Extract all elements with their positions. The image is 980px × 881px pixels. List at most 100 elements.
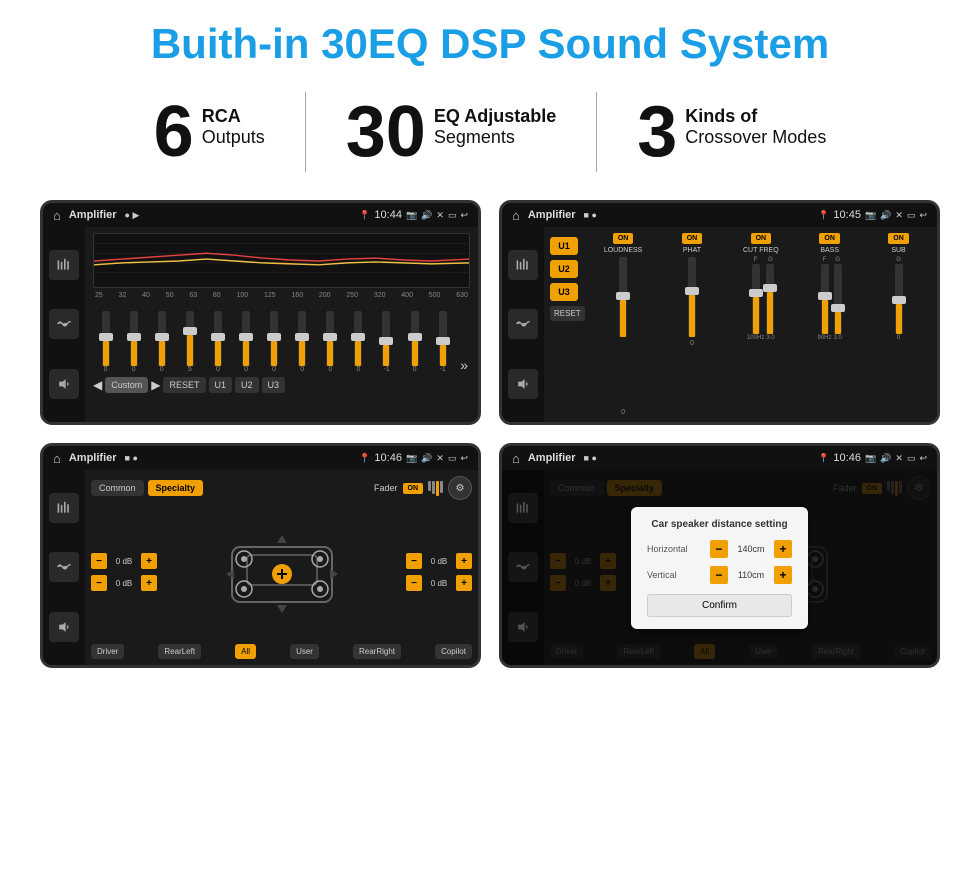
back-icon-4: ↩ [919, 453, 927, 464]
rect-icon-3: ▭ [448, 453, 457, 464]
cutfreq-toggle[interactable]: ON [751, 233, 772, 244]
eq-slider-3[interactable]: 0 [149, 311, 174, 373]
eq-slider-4[interactable]: 5 [177, 311, 202, 373]
eq-slider-5[interactable]: 0 [205, 311, 230, 373]
stat-line2-eq: Segments [434, 127, 556, 148]
eq-slider-7[interactable]: 0 [262, 311, 287, 373]
back-icon-3: ↩ [460, 453, 468, 464]
fader-toggle-3[interactable]: ON [403, 483, 424, 494]
settings-dial[interactable]: ⚙ [448, 476, 472, 500]
all-btn-3[interactable]: All [235, 644, 256, 659]
eq-slider-9[interactable]: 0 [318, 311, 343, 373]
eq-slider-13[interactable]: -1 [430, 311, 455, 373]
horizontal-plus-btn[interactable]: + [774, 540, 792, 558]
eq-slider-6[interactable]: 0 [233, 311, 258, 373]
eq-prev-btn[interactable]: ◀ [93, 378, 102, 392]
dialog-horizontal-row: Horizontal − 140cm + [647, 540, 792, 558]
bass-toggle[interactable]: ON [819, 233, 840, 244]
eq-slider-8[interactable]: 0 [290, 311, 315, 373]
sub-toggle[interactable]: ON [888, 233, 909, 244]
crossover-screen-card: ⌂ Amplifier ■ ● 📍 10:45 📷 🔊 ✕ ▭ ↩ [499, 200, 940, 425]
common-tab-3[interactable]: Common [91, 480, 144, 496]
db-row-3: − 0 dB + [406, 553, 472, 569]
horizontal-minus-btn[interactable]: − [710, 540, 728, 558]
eq-screen-card: ⌂ Amplifier ● ▶ 📍 10:44 📷 🔊 ✕ ▭ ↩ [40, 200, 481, 425]
reset-btn-2[interactable]: RESET [550, 306, 585, 321]
sidebar-eq-btn-3[interactable] [49, 493, 79, 523]
eq-left-sidebar [43, 227, 85, 422]
app-title-3: Amplifier [69, 452, 117, 464]
driver-btn-3[interactable]: Driver [91, 644, 124, 659]
phat-channel: ON PHAT 0 [660, 233, 725, 416]
speaker-screen-body: Common Specialty Fader ON [43, 470, 478, 665]
car-diagram-area [163, 504, 400, 640]
copilot-btn-3[interactable]: Copilot [435, 644, 472, 659]
u1-btn-1[interactable]: U1 [209, 377, 233, 393]
db-minus-1[interactable]: − [91, 553, 107, 569]
sidebar-speaker-btn[interactable] [49, 369, 79, 399]
preset-u1[interactable]: U1 [550, 237, 578, 255]
eq-freq-labels: 25 32 40 50 63 80 100 125 160 200 250 32… [93, 292, 470, 299]
custom-btn[interactable]: Custom [105, 377, 148, 393]
db-plus-3[interactable]: + [456, 553, 472, 569]
u2-btn-1[interactable]: U2 [235, 377, 259, 393]
eq-slider-1[interactable]: 0 [93, 311, 118, 373]
db-minus-3[interactable]: − [406, 553, 422, 569]
sub-channel: ON SUB G 0 [866, 233, 931, 416]
dot-icons-1: ● ▶ [125, 210, 140, 221]
db-plus-4[interactable]: + [456, 575, 472, 591]
app-title-4: Amplifier [528, 452, 576, 464]
sidebar-eq-btn-2[interactable] [508, 250, 538, 280]
u3-btn-1[interactable]: U3 [262, 377, 286, 393]
sidebar-speaker-btn-3[interactable] [49, 612, 79, 642]
eq-slider-10[interactable]: 0 [346, 311, 371, 373]
fader-bars [428, 481, 443, 496]
reset-btn-1[interactable]: RESET [163, 377, 205, 393]
eq-slider-2[interactable]: 0 [121, 311, 146, 373]
db-plus-1[interactable]: + [141, 553, 157, 569]
eq-slider-12[interactable]: 0 [402, 311, 427, 373]
db-plus-2[interactable]: + [141, 575, 157, 591]
location-icon-2: 📍 [818, 210, 829, 221]
stat-eq: 30 EQ Adjustable Segments [306, 96, 596, 168]
confirm-button[interactable]: Confirm [647, 594, 792, 617]
loudness-toggle[interactable]: ON [613, 233, 634, 244]
preset-buttons: U1 U2 U3 RESET [550, 233, 585, 416]
camera-icon-2: 📷 [865, 210, 876, 221]
status-left-2: ⌂ Amplifier ■ ● [512, 208, 597, 223]
dot-icons-2: ■ ● [584, 210, 597, 220]
sidebar-wave-btn-3[interactable] [49, 552, 79, 582]
sidebar-eq-btn[interactable] [49, 250, 79, 280]
stat-line1-crossover: Kinds of [685, 106, 826, 127]
sidebar-wave-btn[interactable] [49, 309, 79, 339]
specialty-tab-3[interactable]: Specialty [148, 480, 204, 496]
db-minus-2[interactable]: − [91, 575, 107, 591]
x-icon-4: ✕ [895, 453, 903, 464]
stat-number-30: 30 [346, 96, 426, 168]
phat-toggle[interactable]: ON [682, 233, 703, 244]
speaker-main: Common Specialty Fader ON [85, 470, 478, 665]
rearleft-btn-3[interactable]: RearLeft [158, 644, 201, 659]
eq-slider-11[interactable]: -1 [374, 311, 399, 373]
status-bar-2: ⌂ Amplifier ■ ● 📍 10:45 📷 🔊 ✕ ▭ ↩ [502, 203, 937, 227]
x-icon-2: ✕ [895, 210, 903, 221]
sidebar-speaker-btn-2[interactable] [508, 369, 538, 399]
stat-line1-eq: EQ Adjustable [434, 106, 556, 127]
bass-label: BASS [820, 247, 839, 254]
rearright-btn-3[interactable]: RearRight [353, 644, 401, 659]
user-btn-3[interactable]: User [290, 644, 319, 659]
back-icon-1: ↩ [460, 210, 468, 221]
sidebar-wave-btn-2[interactable] [508, 309, 538, 339]
eq-next-btn[interactable]: ▶ [151, 378, 160, 392]
phat-val: 0 [690, 340, 694, 347]
vertical-label: Vertical [647, 570, 702, 580]
sub-label: SUB [891, 247, 905, 254]
stat-text-rca: RCA Outputs [202, 96, 265, 148]
home-icon-2: ⌂ [512, 208, 520, 223]
vertical-plus-btn[interactable]: + [774, 566, 792, 584]
preset-u3[interactable]: U3 [550, 283, 578, 301]
preset-u2[interactable]: U2 [550, 260, 578, 278]
vertical-minus-btn[interactable]: − [710, 566, 728, 584]
db-minus-4[interactable]: − [406, 575, 422, 591]
stat-rca: 6 RCA Outputs [114, 96, 305, 168]
